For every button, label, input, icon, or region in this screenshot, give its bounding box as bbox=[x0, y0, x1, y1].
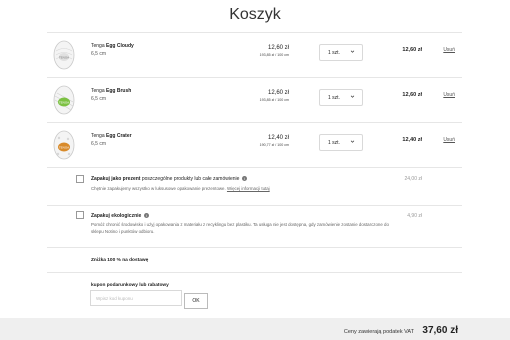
product-brand: Tenga bbox=[91, 88, 105, 94]
gift-wrap-title: Zapakuj jako prezent poszczególne produk… bbox=[91, 176, 247, 182]
product-size: 6,5 cm bbox=[91, 51, 107, 57]
product-price: 12,60 zł bbox=[267, 45, 289, 51]
gift-wrap-description-text: Chętnie zapakujemy wszystko w luksusowe … bbox=[91, 186, 226, 191]
unit-price-block: 12,40 zł 190,77 zł / 100 cm bbox=[260, 135, 289, 147]
cart-item: TENGA Tenga Egg Cloudy 6,5 cm 12,60 zł 1… bbox=[47, 32, 462, 77]
gift-wrap-checkbox[interactable] bbox=[76, 175, 84, 183]
quantity-select[interactable]: 1 szt. bbox=[319, 89, 363, 106]
cart-item: TENGA Tenga Egg Brush 6,5 cm 12,60 zł 19… bbox=[47, 77, 462, 122]
remove-item-link[interactable]: Usuń bbox=[443, 137, 455, 143]
gift-wrap-title-rest: poszczególne produkty lub całe zamówieni… bbox=[141, 176, 240, 182]
product-egg-icon[interactable]: TENGA bbox=[53, 84, 75, 116]
unit-price-block: 12,60 zł 193,85 zł / 100 cm bbox=[260, 90, 289, 102]
chevron-down-icon bbox=[350, 140, 355, 143]
gift-wrap-description: Chętnie zapakujemy wszystko w luksusowe … bbox=[91, 186, 401, 193]
product-name[interactable]: Tenga Egg Crater bbox=[91, 133, 132, 140]
gift-wrap-more-info-link[interactable]: Więcej informacji tutaj bbox=[227, 186, 270, 191]
coupon-ok-button[interactable]: OK bbox=[184, 293, 208, 309]
product-price: 12,40 zł bbox=[267, 135, 289, 141]
product-egg-icon[interactable]: TENGA bbox=[53, 39, 75, 71]
cart-item: TENGA Tenga Egg Crater 6,5 cm 12,40 zł 1… bbox=[47, 122, 462, 167]
chevron-down-icon bbox=[350, 50, 355, 53]
gift-wrap-option: Zapakuj jako prezent poszczególne produk… bbox=[47, 167, 462, 205]
product-brand: Tenga bbox=[91, 133, 105, 139]
eco-wrap-option: Zapakuj ekologicznie i Pomóż chronić śro… bbox=[47, 205, 462, 247]
quantity-select[interactable]: 1 szt. bbox=[319, 134, 363, 151]
line-total: 12,60 zł bbox=[402, 47, 422, 53]
line-total: 12,40 zł bbox=[402, 137, 422, 143]
product-price: 12,60 zł bbox=[267, 90, 289, 96]
price-per-unit: 193,85 zł / 100 cm bbox=[259, 98, 289, 102]
product-egg-icon[interactable]: TENGA bbox=[53, 129, 75, 161]
svg-text:TENGA: TENGA bbox=[59, 56, 69, 60]
coupon-code-input[interactable] bbox=[90, 290, 182, 306]
eco-wrap-price: 4,90 zł bbox=[407, 213, 422, 219]
product-brand: Tenga bbox=[91, 43, 105, 49]
product-size: 6,5 cm bbox=[91, 96, 107, 102]
chevron-down-icon bbox=[350, 95, 355, 98]
vat-note: Ceny zawierają podatek VAT bbox=[343, 329, 414, 335]
product-model: Egg Brush bbox=[106, 88, 132, 94]
svg-text:TENGA: TENGA bbox=[59, 146, 69, 150]
quantity-value: 1 szt. bbox=[328, 95, 340, 101]
unit-price-block: 12,60 zł 193,85 zł / 100 cm bbox=[260, 45, 289, 57]
order-total: 37,60 zł bbox=[422, 325, 458, 336]
shipping-discount-section: Zniżka 100 % na dostawę bbox=[47, 247, 462, 272]
gift-wrap-title-bold: Zapakuj jako prezent bbox=[91, 176, 141, 182]
quantity-value: 1 szt. bbox=[328, 140, 340, 146]
price-per-unit: 193,85 zł / 100 cm bbox=[259, 53, 289, 57]
product-model: Egg Crater bbox=[106, 133, 132, 139]
eco-wrap-title-bold: Zapakuj ekologicznie bbox=[91, 213, 142, 219]
order-summary-bar: Ceny zawierają podatek VAT 37,60 zł bbox=[0, 318, 510, 340]
remove-item-link[interactable]: Usuń bbox=[443, 47, 455, 53]
product-name[interactable]: Tenga Egg Brush bbox=[91, 88, 131, 95]
page-title: Koszyk bbox=[229, 6, 281, 23]
info-icon[interactable]: i bbox=[143, 213, 149, 219]
product-name[interactable]: Tenga Egg Cloudy bbox=[91, 43, 134, 50]
quantity-select[interactable]: 1 szt. bbox=[319, 44, 363, 61]
line-total: 12,60 zł bbox=[402, 92, 422, 98]
eco-wrap-title: Zapakuj ekologicznie i bbox=[91, 213, 149, 219]
remove-item-link[interactable]: Usuń bbox=[443, 92, 455, 98]
price-per-unit: 190,77 zł / 100 cm bbox=[259, 143, 289, 147]
shipping-discount-label: Zniżka 100 % na dostawę bbox=[91, 258, 149, 263]
quantity-value: 1 szt. bbox=[328, 50, 340, 56]
coupon-label: kupon podarunkowy lub rabatowy bbox=[91, 283, 169, 288]
product-size: 6,5 cm bbox=[91, 141, 107, 147]
product-model: Egg Cloudy bbox=[106, 43, 134, 49]
svg-text:TENGA: TENGA bbox=[59, 101, 69, 105]
gift-wrap-price: 24,00 zł bbox=[404, 176, 422, 182]
eco-wrap-description: Pomóż chronić środowisko i użyj opakowan… bbox=[91, 222, 389, 234]
eco-wrap-checkbox[interactable] bbox=[76, 211, 84, 219]
info-icon[interactable]: i bbox=[241, 176, 247, 182]
